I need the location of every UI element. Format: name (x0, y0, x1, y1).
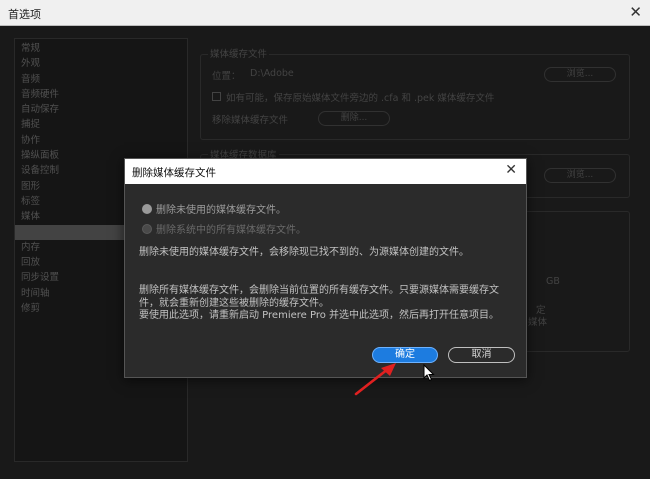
radio-delete-unused-label: 删除未使用的媒体缓存文件。 (156, 205, 286, 216)
window-titlebar: 首选项 ✕ (0, 0, 650, 26)
radio-delete-all-label: 删除系统中的所有媒体缓存文件。 (156, 225, 306, 236)
radio-delete-unused[interactable]: 删除未使用的媒体缓存文件。 (142, 201, 286, 216)
radio-selected-icon (142, 203, 152, 214)
dialog-titlebar: 删除媒体缓存文件 ✕ (125, 159, 526, 184)
radio-delete-all[interactable]: 删除系统中的所有媒体缓存文件。 (142, 221, 306, 236)
mouse-cursor-icon (423, 364, 435, 382)
delete-media-cache-dialog: 删除媒体缓存文件 ✕ 删除未使用的媒体缓存文件。 删除系统中的所有媒体缓存文件。… (124, 158, 527, 378)
window-close-icon[interactable]: ✕ (629, 3, 642, 21)
description-all: 删除所有媒体缓存文件，会删除当前位置的所有缓存文件。只要源媒体需要缓存文件，就会… (139, 285, 500, 321)
annotation-arrow-icon (354, 363, 396, 396)
description-unused: 删除未使用的媒体缓存文件，会移除现已找不到的、为源媒体创建的文件。 (139, 247, 469, 258)
window-title: 首选项 (8, 8, 41, 21)
radio-disabled-icon (142, 223, 152, 234)
dialog-close-icon[interactable]: ✕ (505, 162, 517, 178)
cancel-button[interactable]: 取消 (448, 347, 515, 363)
dialog-title: 删除媒体缓存文件 (132, 167, 216, 179)
